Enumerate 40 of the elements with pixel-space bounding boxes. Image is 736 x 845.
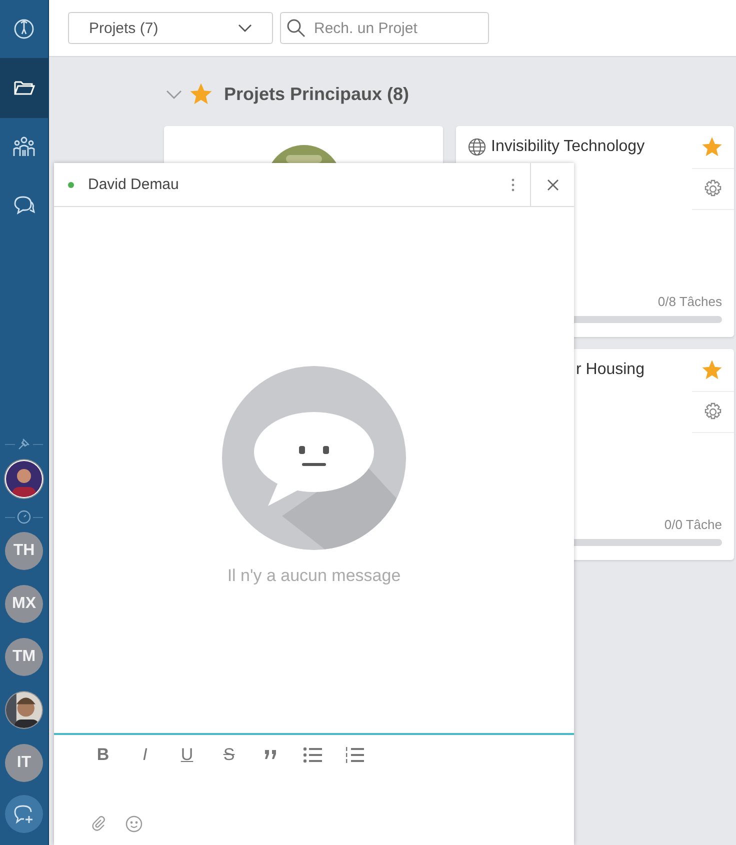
bullet-list-icon	[303, 747, 323, 763]
contact-name: David Demau	[88, 176, 180, 193]
numbered-list-icon	[345, 747, 365, 763]
star-icon[interactable]	[702, 137, 722, 157]
project-title: r Housing	[576, 361, 644, 379]
task-count: 0/8 Tâches	[658, 294, 722, 309]
new-chat-icon	[13, 803, 35, 825]
search-field[interactable]: Rech. un Projet	[280, 12, 489, 44]
bold-button[interactable]: B	[88, 741, 118, 769]
chevron-down-icon	[238, 24, 252, 32]
chevron-down-icon[interactable]	[166, 90, 182, 98]
paperclip-icon[interactable]	[91, 816, 107, 832]
chat-icon	[12, 194, 36, 216]
italic-button[interactable]: I	[130, 741, 160, 769]
close-icon	[546, 178, 558, 190]
star-icon[interactable]	[702, 360, 722, 380]
strike-button[interactable]: S	[214, 741, 244, 769]
avatar[interactable]: TH	[5, 532, 43, 570]
globe-icon	[468, 138, 486, 156]
compass-icon	[12, 17, 36, 41]
settings-icon[interactable]	[703, 402, 723, 422]
settings-icon[interactable]	[703, 179, 723, 199]
project-title: Invisibility Technology	[491, 138, 645, 156]
emoji-icon[interactable]	[125, 815, 143, 833]
team-icon	[12, 136, 36, 158]
quote-icon	[264, 750, 278, 760]
section-title: Projets Principaux (8)	[224, 84, 410, 104]
star-icon[interactable]	[190, 83, 212, 105]
task-count: 0/0 Tâche	[664, 517, 722, 532]
empty-message: Il n'y a aucun message	[227, 566, 401, 586]
avatar[interactable]: IT	[5, 744, 43, 782]
pin-icon	[17, 437, 31, 451]
clock-icon	[17, 510, 31, 524]
sidebar-nav-item[interactable]	[0, 58, 48, 118]
avatar[interactable]: MX	[5, 585, 43, 623]
new-chat-button[interactable]	[5, 795, 43, 833]
project-select[interactable]: Projets (7)	[68, 12, 273, 44]
underline-button[interactable]: U	[172, 741, 202, 769]
more-icon	[511, 178, 515, 192]
avatar[interactable]: TM	[5, 638, 43, 676]
